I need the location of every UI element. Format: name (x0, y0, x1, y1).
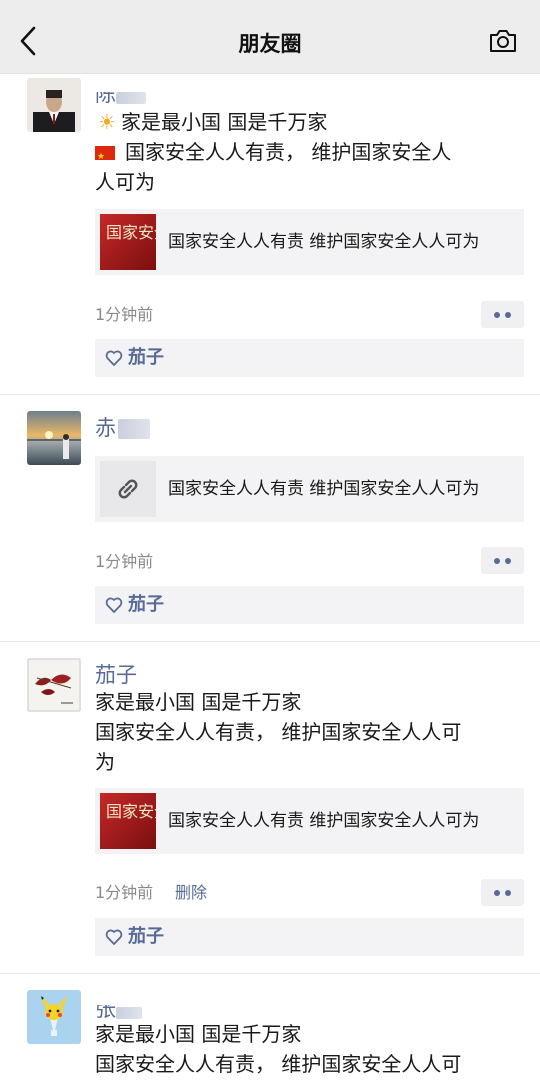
more-dot (505, 312, 511, 318)
author-name[interactable]: 陈 (95, 76, 146, 104)
camera-icon[interactable] (488, 28, 518, 54)
top-navigation-bar: 朋友圈 (0, 0, 540, 74)
author-name[interactable]: 茄子 (95, 661, 137, 689)
likes-box: 茄子 (95, 918, 524, 956)
svg-text:国家安全: 国家安全 (106, 802, 156, 821)
post-time: 1分钟前 (95, 305, 154, 324)
post-text-line: ☀ 家是最小国 国是千万家 (95, 107, 520, 137)
link-thumbnail (100, 461, 156, 517)
post-text-line: 国家安全人人有责， 维护国家安全人人可 (95, 1052, 462, 1076)
more-dot (505, 558, 511, 564)
avatar[interactable] (27, 658, 81, 712)
link-thumbnail: 国家安全 (100, 214, 156, 270)
post-text-line: 国家安全人人有责， 维护国家安全人 (95, 137, 520, 172)
author-name[interactable]: 张 (95, 991, 142, 1019)
shared-link-card[interactable]: 国家安全 国家安全人人有责 维护国家安全人人可为 (95, 209, 524, 275)
more-actions-button[interactable] (481, 301, 524, 328)
heart-icon (105, 597, 123, 613)
heart-icon (105, 350, 123, 366)
blurred-name (116, 1007, 142, 1019)
sun-emoji-icon: ☀ (98, 110, 116, 134)
avatar[interactable] (27, 990, 81, 1044)
post-text: ☀家是最小国 国是千万家 国家安全人人有责， 维护国家安全人 人可为 (95, 107, 520, 197)
post-text-line: 家是最小国 国是千万家 (95, 690, 302, 714)
liker-name[interactable]: 茄子 (128, 586, 164, 624)
blurred-name (116, 92, 146, 104)
blurred-name (118, 419, 150, 439)
author-name[interactable]: 赤 (95, 414, 150, 442)
more-dot (494, 890, 500, 896)
china-flag-emoji-icon (95, 142, 115, 172)
post-text: 家是最小国 国是千万家 国家安全人人有责， 维护国家安全人人可 (95, 1019, 520, 1079)
likes-box: 茄子 (95, 339, 524, 377)
post-text-line: 为 (95, 750, 115, 774)
shared-link-card[interactable]: 国家安全人人有责 维护国家安全人人可为 (95, 456, 524, 522)
post-time: 1分钟前 (95, 883, 154, 902)
post-divider (0, 973, 540, 974)
page-title: 朋友圈 (238, 32, 302, 56)
post-divider (0, 394, 540, 395)
post-text-line: 人可为 (95, 170, 155, 194)
delete-button[interactable]: 删除 (175, 881, 207, 905)
heart-icon (105, 929, 123, 945)
post-text: 家是最小国 国是千万家 国家安全人人有责， 维护国家安全人人可 为 (95, 687, 520, 777)
link-thumbnail: 国家安全 (100, 793, 156, 849)
post-text-line: 家是最小国 国是千万家 (95, 1022, 302, 1046)
moments-feed[interactable]: 陈 ☀家是最小国 国是千万家 国家安全人人有责， 维护国家安全人 人可为 国家安… (0, 74, 540, 1084)
liker-name[interactable]: 茄子 (128, 339, 164, 377)
svg-text:国家安全: 国家安全 (106, 223, 156, 242)
avatar[interactable] (27, 411, 81, 465)
post-text-line: 国家安全人人有责， 维护国家安全人人可 (95, 720, 462, 744)
likes-box: 茄子 (95, 586, 524, 624)
shared-link-card[interactable]: 国家安全 国家安全人人有责 维护国家安全人人可为 (95, 788, 524, 854)
link-icon (118, 479, 138, 499)
more-actions-button[interactable] (481, 547, 524, 574)
more-actions-button[interactable] (481, 879, 524, 906)
more-dot (505, 890, 511, 896)
avatar[interactable] (27, 78, 81, 132)
link-title: 国家安全人人有责 维护国家安全人人可为 (168, 232, 480, 252)
more-dot (494, 558, 500, 564)
link-title: 国家安全人人有责 维护国家安全人人可为 (168, 479, 480, 499)
more-dot (494, 312, 500, 318)
link-title: 国家安全人人有责 维护国家安全人人可为 (168, 811, 480, 831)
post-divider (0, 641, 540, 642)
liker-name[interactable]: 茄子 (128, 918, 164, 956)
post-time: 1分钟前 (95, 552, 154, 571)
